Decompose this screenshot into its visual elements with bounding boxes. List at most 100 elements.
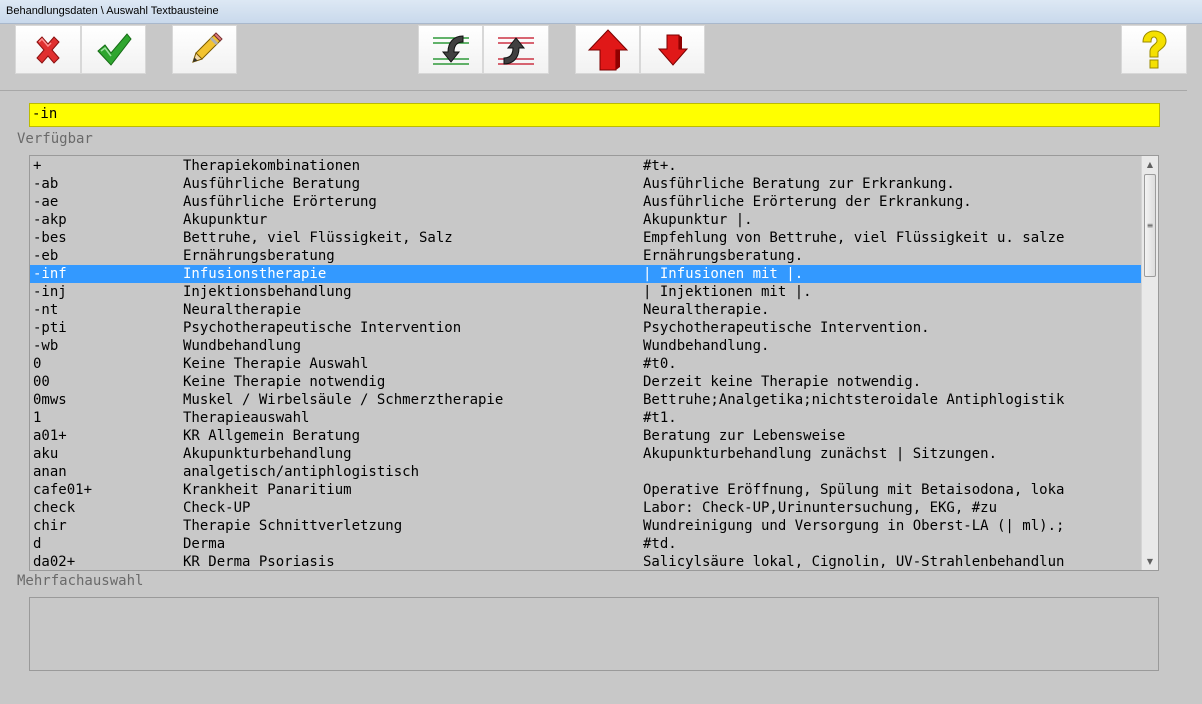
list-item[interactable]: anan analgetisch/antiphlogistisch (30, 463, 1142, 481)
list-item-code: -eb (33, 248, 59, 264)
title-bar: Behandlungsdaten \ Auswahl Textbausteine (0, 0, 1202, 24)
list-item-name: Ernährungsberatung (183, 248, 335, 264)
list-item[interactable]: d Derma #td. (30, 535, 1142, 553)
list-item-text: Wundreinigung und Versorgung in Oberst-L… (643, 518, 1065, 534)
list-item-code: -ae (33, 194, 59, 210)
list-item[interactable]: -eb Ernährungsberatung Ernährungsberatung. (30, 247, 1142, 265)
list-item-name: Derma (183, 536, 226, 552)
list-item-name: Infusionstherapie (183, 266, 327, 282)
help-button[interactable] (1121, 25, 1187, 74)
list-item-name: Ausführliche Erörterung (183, 194, 377, 210)
available-label: Verfügbar (17, 131, 93, 147)
scroll-up-icon[interactable]: ▲ (1142, 156, 1158, 173)
list-item-text: Akupunktur |. (643, 212, 753, 228)
list-item-code: aku (33, 446, 59, 462)
list-item-text: | Injektionen mit |. (643, 284, 812, 300)
list-item-name: Krankheit Panaritium (183, 482, 352, 498)
pencil-icon (191, 31, 223, 63)
edit-button[interactable] (172, 25, 237, 74)
list-item-text: Derzeit keine Therapie notwendig. (643, 374, 922, 390)
list-item[interactable]: -nt Neuraltherapie Neuraltherapie. (30, 301, 1142, 319)
list-item-code: + (33, 158, 42, 174)
list-item-name: Wundbehandlung (183, 338, 302, 354)
list-item[interactable]: chir Therapie Schnittverletzung Wundreinig… (30, 517, 1142, 535)
move-top-button[interactable] (575, 25, 640, 74)
list-item-name: Akupunkturbehandlung (183, 446, 352, 462)
list-item[interactable]: -bes Bettruhe, viel Flüssigkeit, Salz Empf… (30, 229, 1142, 247)
scroll-thumb[interactable]: ≡ (1144, 174, 1156, 277)
list-item-code: -inf (33, 266, 67, 282)
toolbar-separator (0, 90, 1187, 91)
list-item-name: Keine Therapie Auswahl (183, 356, 369, 372)
list-item-text: #t+. (643, 158, 677, 174)
list-item-name: Ausführliche Beratung (183, 176, 361, 192)
list-item-text: | Infusionen mit |. (643, 266, 804, 282)
list-item-name: analgetisch/antiphlogistisch (183, 464, 420, 480)
multi-select-list[interactable] (29, 597, 1159, 671)
list-item[interactable]: -ae Ausführliche Erörterung Ausführliche E… (30, 193, 1142, 211)
list-item-text: Akupunkturbehandlung zunächst | Sitzunge… (643, 446, 998, 462)
list-item-text: Salicylsäure lokal, Cignolin, UV-Strahle… (643, 554, 1065, 570)
list-item[interactable]: -inj Injektionsbehandlung | Injektionen mi… (30, 283, 1142, 301)
list-item-code: -nt (33, 302, 59, 318)
list-item[interactable]: 00 Keine Therapie notwendig Derzeit keine … (30, 373, 1142, 391)
list-item[interactable]: cafe01+ Krankheit Panaritium Operative Erö… (30, 481, 1142, 499)
list-item-text: Operative Eröffnung, Spülung mit Betaiso… (643, 482, 1065, 498)
list-item[interactable]: 0 Keine Therapie Auswahl #t0. (30, 355, 1142, 373)
list-item-code: -bes (33, 230, 67, 246)
list-item-text: Neuraltherapie. (643, 302, 770, 318)
list-item[interactable]: a01+ KR Allgemein Beratung Beratung zur Le… (30, 427, 1142, 445)
list-item-name: Therapiekombinationen (183, 158, 361, 174)
list-item-text: Ausführliche Erörterung der Erkrankung. (643, 194, 972, 210)
red-x-icon (36, 35, 60, 64)
list-item-text: Beratung zur Lebensweise (643, 428, 846, 444)
list-item-name: Psychotherapeutische Intervention (183, 320, 462, 336)
list-item-code: cafe01+ (33, 482, 93, 498)
vertical-scrollbar[interactable]: ▲ ≡ ▼ (1141, 156, 1158, 570)
list-item-code: chir (33, 518, 67, 534)
list-item-text: Psychotherapeutische Intervention. (643, 320, 930, 336)
list-item-code: a01+ (33, 428, 67, 444)
curved-arrow-down-icon (432, 34, 469, 65)
move-down-button[interactable] (418, 25, 483, 74)
list-item[interactable]: -wb Wundbehandlung Wundbehandlung. (30, 337, 1142, 355)
list-item-name: Neuraltherapie (183, 302, 302, 318)
list-item-code: -ab (33, 176, 59, 192)
list-item-name: Check-UP (183, 500, 251, 516)
list-item-code: 0 (33, 356, 42, 372)
list-item[interactable]: check Check-UP Labor: Check-UP,Urinuntersu… (30, 499, 1142, 517)
list-item-text: #td. (643, 536, 677, 552)
list-item[interactable]: -akp Akupunktur Akupunktur |. (30, 211, 1142, 229)
list-item-name: Injektionsbehandlung (183, 284, 352, 300)
list-item[interactable]: -inf Infusionstherapie | Infusionen mit |. (30, 265, 1142, 283)
list-item-text: Wundbehandlung. (643, 338, 770, 354)
available-list[interactable]: + Therapiekombinationen #t+. -ab Ausführlich… (29, 155, 1159, 571)
list-item-name: Akupunktur (183, 212, 268, 228)
list-item-code: 00 (33, 374, 50, 390)
curved-arrow-up-icon (498, 36, 534, 65)
green-check-icon (96, 32, 132, 66)
list-item-text: Empfehlung von Bettruhe, viel Flüssigkei… (643, 230, 1065, 246)
list-item-name: Therapie Schnittverletzung (183, 518, 403, 534)
list-item[interactable]: da02+ KR Derma Psoriasis Salicylsäure loka… (30, 553, 1142, 570)
list-item[interactable]: aku Akupunkturbehandlung Akupunkturbehandl… (30, 445, 1142, 463)
list-item-code: -inj (33, 284, 67, 300)
scroll-down-icon[interactable]: ▼ (1142, 553, 1158, 570)
search-input[interactable]: -in (29, 103, 1160, 127)
ok-button[interactable] (81, 25, 146, 74)
available-rows: + Therapiekombinationen #t+. -ab Ausführlich… (30, 157, 1142, 570)
yellow-question-icon (1142, 29, 1167, 68)
list-item-code: -akp (33, 212, 67, 228)
list-item-name: KR Derma Psoriasis (183, 554, 335, 570)
red-arrow-up-icon (587, 28, 628, 70)
list-item-name: Bettruhe, viel Flüssigkeit, Salz (183, 230, 453, 246)
list-item[interactable]: + Therapiekombinationen #t+. (30, 157, 1142, 175)
cancel-button[interactable] (15, 25, 81, 74)
list-item[interactable]: 1 Therapieauswahl #t1. (30, 409, 1142, 427)
move-bottom-button[interactable] (640, 25, 705, 74)
list-item-code: 0mws (33, 392, 67, 408)
list-item[interactable]: -ab Ausführliche Beratung Ausführliche Ber… (30, 175, 1142, 193)
list-item[interactable]: -pti Psychotherapeutische Intervention Psy… (30, 319, 1142, 337)
list-item[interactable]: 0mws Muskel / Wirbelsäule / Schmerztherap… (30, 391, 1142, 409)
move-up-button[interactable] (483, 25, 549, 74)
